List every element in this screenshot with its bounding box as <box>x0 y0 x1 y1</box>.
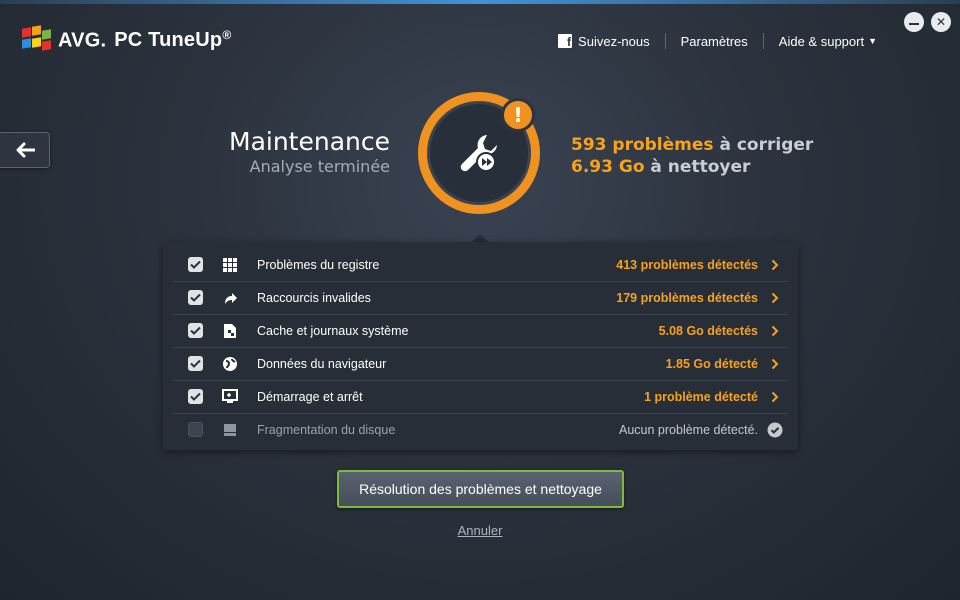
check-icon <box>190 293 201 302</box>
wrench-icon <box>460 135 497 172</box>
shortcut-arrow-icon <box>221 289 239 307</box>
clean-stat: 6.93 Go à nettoyer <box>571 156 813 178</box>
clean-suffix: à nettoyer <box>644 157 751 177</box>
page-subtitle: Analyse terminée <box>249 157 390 176</box>
fix-and-clean-button[interactable]: Résolution des problèmes et nettoyage <box>337 470 624 508</box>
list-item-defrag[interactable]: Fragmentation du disque Aucun problème d… <box>173 413 788 446</box>
follow-us-label: Suivez-nous <box>578 33 650 49</box>
item-label: Démarrage et arrêt <box>257 389 363 404</box>
item-value: 5.08 Go détectés <box>658 323 758 338</box>
problems-stat: 593 problèmes à corriger <box>571 134 813 156</box>
checkbox-shortcuts[interactable] <box>188 290 203 305</box>
follow-us-link[interactable]: f Suivez-nous <box>543 34 665 49</box>
help-support-menu[interactable]: Aide & support ▼ <box>764 34 892 49</box>
clean-size: 6.93 Go <box>571 157 645 177</box>
chevron-right-icon[interactable] <box>762 259 788 271</box>
grid-icon <box>221 256 239 274</box>
check-icon <box>190 392 201 401</box>
settings-label: Paramètres <box>680 33 748 49</box>
item-value: 1.85 Go détecté <box>665 356 758 371</box>
chevron-right-icon[interactable] <box>762 325 788 337</box>
globe-icon <box>221 355 239 373</box>
cancel-link[interactable]: Annuler <box>458 523 503 538</box>
summary-title-block: Maintenance Analyse terminée <box>229 127 390 176</box>
item-label: Cache et journaux système <box>257 323 409 338</box>
item-label: Données du navigateur <box>257 356 387 371</box>
settings-link[interactable]: Paramètres <box>666 34 763 49</box>
facebook-icon: f <box>558 34 573 48</box>
page-title: Maintenance <box>229 127 390 156</box>
list-item-startup[interactable]: Démarrage et arrêt 1 problème détecté <box>173 380 788 414</box>
alert-badge-icon: ! <box>501 98 535 132</box>
header-nav: f Suivez-nous Paramètres Aide & support … <box>543 33 892 49</box>
arrow-left-icon <box>16 142 35 158</box>
app-logo: AVG. PC TuneUp® <box>22 25 231 54</box>
item-value: Aucun problème détecté. <box>619 422 758 437</box>
results-panel: Problèmes du registre 413 problèmes déte… <box>163 242 798 450</box>
chevron-right-icon[interactable] <box>762 292 788 304</box>
help-support-label: Aide & support <box>778 33 865 49</box>
item-value: 413 problèmes détectés <box>616 257 758 272</box>
close-button[interactable]: ✕ <box>931 12 951 32</box>
item-value: 179 problèmes détectés <box>616 290 758 305</box>
close-icon: ✕ <box>935 15 947 29</box>
checkbox-startup[interactable] <box>188 389 203 404</box>
disk-icon <box>221 421 239 439</box>
problems-suffix: à corriger <box>713 135 814 155</box>
trademark: ® <box>222 27 232 42</box>
monitor-icon <box>221 388 239 406</box>
item-label: Raccourcis invalides <box>257 290 371 305</box>
ok-check-icon <box>762 422 788 438</box>
list-item-registry[interactable]: Problèmes du registre 413 problèmes déte… <box>173 248 788 282</box>
check-icon <box>190 326 201 335</box>
chevron-right-icon[interactable] <box>762 358 788 370</box>
back-button[interactable] <box>0 132 50 168</box>
minimize-icon <box>909 23 919 25</box>
checkbox-defrag[interactable] <box>188 422 203 437</box>
chevron-right-icon[interactable] <box>762 391 788 403</box>
checkbox-registry[interactable] <box>188 257 203 272</box>
checkbox-cache[interactable] <box>188 323 203 338</box>
item-value: 1 problème détecté <box>644 389 758 404</box>
list-item-shortcuts[interactable]: Raccourcis invalides 179 problèmes détec… <box>173 281 788 315</box>
document-icon <box>221 322 239 340</box>
app-title: AVG. PC TuneUp® <box>58 28 231 53</box>
checkbox-browser[interactable] <box>188 356 203 371</box>
list-item-cache[interactable]: Cache et journaux système 5.08 Go détect… <box>173 314 788 348</box>
item-label: Problèmes du registre <box>257 257 380 272</box>
item-label: Fragmentation du disque <box>257 422 396 437</box>
avg-logo-icon <box>22 25 54 54</box>
problems-count: 593 problèmes <box>571 135 714 155</box>
minimize-button[interactable] <box>904 12 924 32</box>
summary-stats: 593 problèmes à corriger 6.93 Go à netto… <box>571 134 813 178</box>
product-name: PC TuneUp <box>114 29 223 52</box>
brand-name: AVG. <box>58 29 107 52</box>
check-icon <box>190 260 201 269</box>
cancel-row: Annuler <box>0 520 960 539</box>
check-icon <box>190 359 201 368</box>
window-top-accent <box>0 0 960 4</box>
list-item-browser[interactable]: Données du navigateur 1.85 Go détecté <box>173 347 788 381</box>
caret-down-icon: ▼ <box>868 36 877 46</box>
